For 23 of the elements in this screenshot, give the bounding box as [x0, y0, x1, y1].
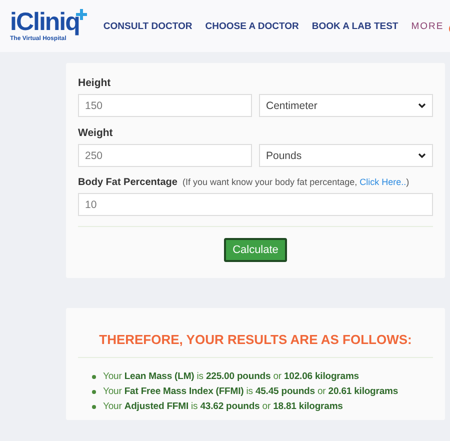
result-text: Your Lean Mass (LM) is 225.00 pounds or 102.06 kilograms [103, 370, 359, 384]
result-text: Your Adjusted FFMI is 43.62 pounds or 18.81 kilograms [103, 400, 343, 414]
field-label: Weight [78, 127, 114, 139]
field-label: Height [78, 77, 112, 89]
bullet-icon [92, 374, 96, 378]
nav-link[interactable]: BOOK A LAB TEST [312, 20, 398, 32]
input-field[interactable]: 10 [78, 193, 433, 216]
unit-select[interactable]: Pounds [259, 144, 433, 167]
field-label: Body Fat Percentage (If you want know your body fat percentage, Click Here..) [78, 177, 410, 188]
bullet-icon [92, 390, 96, 394]
caret-icon [418, 153, 426, 158]
nav-link[interactable]: CONSULT DOCTOR [103, 20, 192, 32]
unit-select[interactable]: Centimeter [259, 94, 433, 117]
results-heading: THEREFORE, YOUR RESULTS ARE AS FOLLOWS: [98, 332, 413, 347]
nav-link[interactable]: CHOOSE A DOCTOR [205, 20, 299, 32]
bullet-icon [92, 404, 96, 408]
result-text: Your Fat Free Mass Index (FFMI) is 45.45 pounds or 20.61 kilograms [103, 385, 398, 399]
input-field[interactable]: 250 [78, 144, 252, 167]
click-here-link[interactable]: Click Here.. [360, 177, 406, 187]
logo-text[interactable]: iCliniq [10, 9, 80, 35]
caret-icon [418, 103, 426, 108]
more-link[interactable]: MORE [411, 20, 444, 32]
input-field[interactable]: 150 [78, 94, 252, 117]
